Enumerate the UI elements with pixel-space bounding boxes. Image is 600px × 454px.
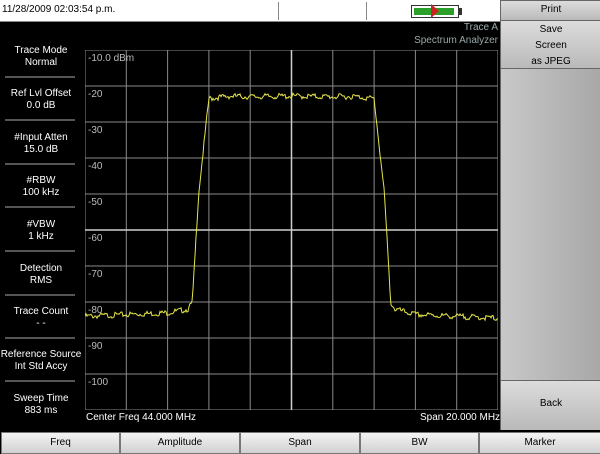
param-label: #VBW: [26, 219, 56, 230]
back-button[interactable]: Back: [500, 380, 600, 432]
param-block: Reference Source Int Std Accy: [0, 349, 82, 373]
param-label: #RBW: [26, 175, 56, 186]
param-value: 15.0 dB: [23, 144, 59, 155]
mode-label: Spectrum Analyzer: [414, 35, 498, 46]
status-divider: [278, 2, 279, 20]
param-block: #Input Atten 15.0 dB: [0, 132, 82, 156]
print-button[interactable]: Print: [500, 0, 600, 22]
back-button-label: Back: [539, 398, 563, 409]
battery-tip: [459, 8, 462, 15]
save-line-1: Save: [539, 24, 563, 35]
charging-arrow-icon: [431, 4, 439, 18]
y-axis-label: -40: [88, 161, 103, 172]
param-divider: [5, 76, 75, 78]
param-divider: [5, 294, 75, 296]
param-value: - -: [36, 318, 46, 329]
param-label: Trace Count: [13, 306, 69, 317]
param-divider: [5, 250, 75, 252]
y-axis-label: -20: [88, 89, 103, 100]
param-value: RMS: [29, 275, 53, 286]
param-label: Sweep Time: [13, 393, 69, 404]
param-label: Detection: [19, 263, 63, 274]
param-divider: [5, 337, 75, 339]
parameter-panel: Trace Mode Normal Ref Lvl Offset 0.0 dB #Inp…: [0, 22, 82, 430]
param-value: 100 kHz: [22, 187, 60, 198]
amplitude-menu-button[interactable]: Amplitude: [120, 432, 240, 454]
param-block: #VBW 1 kHz: [0, 219, 82, 243]
status-bar: 11/28/2009 02:03:54 p.m.: [0, 0, 500, 22]
param-block: Sweep Time 883 ms: [0, 393, 82, 417]
param-value: 0.0 dB: [26, 100, 56, 111]
save-line-2: Screen: [535, 40, 567, 51]
y-axis-label: -70: [88, 269, 103, 280]
y-axis-label: -60: [88, 233, 103, 244]
y-axis-label: -50: [88, 197, 103, 208]
param-label: Trace Mode: [14, 45, 68, 56]
datetime: 11/28/2009 02:03:54 p.m.: [2, 4, 116, 15]
bw-menu-button[interactable]: BW: [360, 432, 479, 454]
param-block: Trace Mode Normal: [0, 45, 82, 69]
marker-menu-button[interactable]: Marker: [479, 432, 600, 454]
param-value: 883 ms: [24, 405, 58, 416]
spectrum-plot: [85, 50, 498, 410]
param-divider: [5, 206, 75, 208]
save-screen-jpeg-button[interactable]: Save Screen as JPEG: [500, 20, 600, 71]
param-block: Ref Lvl Offset 0.0 dB: [0, 88, 82, 112]
center-lines: [85, 50, 498, 410]
y-axis-label: -10.0 dBm: [88, 53, 135, 64]
param-label: Reference Source: [0, 349, 82, 360]
y-axis-label: -100: [88, 377, 109, 388]
param-divider: [5, 119, 75, 121]
param-block: #RBW 100 kHz: [0, 175, 82, 199]
param-value: Int Std Accy: [14, 361, 68, 372]
param-value: Normal: [24, 57, 58, 68]
param-label: #Input Atten: [14, 132, 68, 143]
param-block: Detection RMS: [0, 263, 82, 287]
status-divider: [366, 2, 367, 20]
y-axis-label: -30: [88, 125, 103, 136]
y-axis-label: -80: [88, 305, 103, 316]
param-block: Trace Count - -: [0, 306, 82, 330]
empty-softkey-area: [500, 68, 600, 382]
main-menu-bar: Freq Amplitude Span BW Marker: [0, 430, 600, 454]
trace-label: Trace A: [463, 22, 498, 33]
freq-menu-button[interactable]: Freq: [1, 432, 120, 454]
print-button-label: Print: [540, 4, 562, 15]
span-menu-button[interactable]: Span: [240, 432, 360, 454]
param-divider: [5, 163, 75, 165]
param-divider: [5, 380, 75, 382]
span-label: Span 20.000 MHz: [420, 412, 501, 423]
param-label: Ref Lvl Offset: [10, 88, 72, 99]
y-axis-label: -90: [88, 341, 103, 352]
param-value: 1 kHz: [28, 231, 54, 242]
center-frequency-label: Center Freq 44.000 MHz: [86, 412, 197, 423]
softkey-panel: Print Save Screen as JPEG Back: [500, 0, 600, 432]
